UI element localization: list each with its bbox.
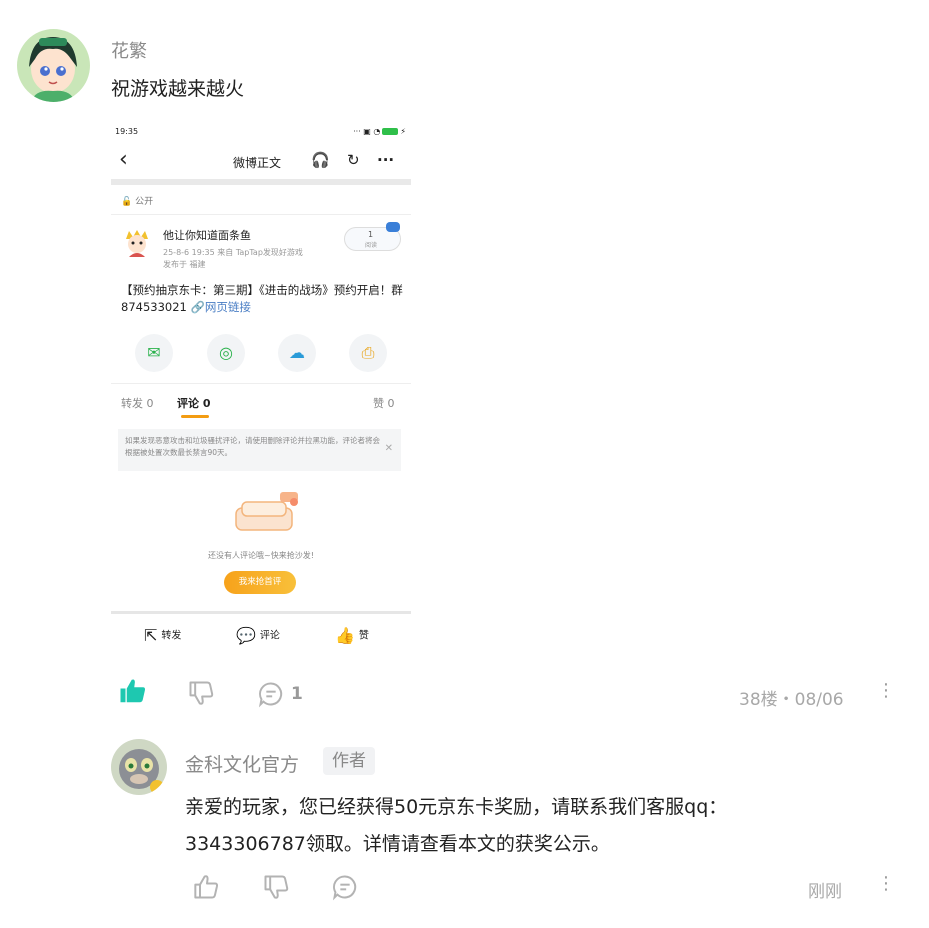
more-options-icon[interactable]: ⋮ bbox=[877, 682, 895, 700]
post-link: 🔗网页链接 bbox=[191, 300, 251, 314]
save-icon: ⎙ bbox=[349, 334, 387, 372]
visibility-text: 公开 bbox=[135, 197, 154, 207]
thumbs-up-icon bbox=[120, 679, 145, 703]
headphones-icon: 🎧 bbox=[311, 151, 330, 169]
user-avatar[interactable] bbox=[17, 29, 90, 102]
thumbs-down-icon bbox=[189, 681, 214, 705]
post-author-name: 他让你知道面条鱼 bbox=[163, 229, 251, 242]
more-icon: ··· bbox=[377, 151, 395, 169]
separator bbox=[111, 611, 411, 614]
post-meta-line1: 25-8-6 19:35 来自 TapTap发现好游戏 bbox=[163, 248, 303, 257]
tab-like: 赞 0 bbox=[373, 397, 395, 410]
comment-icon bbox=[258, 682, 283, 708]
thumbs-down-icon bbox=[264, 875, 289, 899]
divider bbox=[111, 214, 411, 215]
reply-comment-button[interactable] bbox=[331, 873, 359, 905]
post-meta-line2: 发布于 福建 bbox=[163, 260, 206, 269]
comment-notice: 如果发现恶意攻击和垃圾骚扰评论，请使用删除评论并拉黑功能，评论者将会根据被处置次… bbox=[118, 429, 401, 471]
comment-username[interactable]: 花繁 bbox=[111, 37, 147, 63]
visibility-label: 🔓 公开 bbox=[121, 194, 153, 207]
post-body-text: 【预约抽京东卡：第三期】《进击的战场》预约开启！群874533021 bbox=[121, 283, 403, 314]
read-label: 阅读 bbox=[365, 242, 378, 249]
reply-dislike-button[interactable] bbox=[262, 873, 290, 905]
reply-button[interactable] bbox=[257, 680, 285, 712]
thumbs-up-icon bbox=[194, 875, 219, 899]
comment-icon: 💬 bbox=[236, 626, 256, 645]
action-like-label: 赞 bbox=[358, 630, 369, 642]
comment-text: 祝游戏越来越火 bbox=[111, 78, 245, 100]
post-author-avatar bbox=[121, 227, 153, 259]
action-comment: 💬 评论 bbox=[236, 626, 280, 645]
post-tabs: 转发 0 评论 0 赞 0 bbox=[111, 393, 411, 423]
thumbs-up-icon: 👍 bbox=[335, 626, 355, 645]
sofa-illustration bbox=[228, 490, 308, 538]
moments-icon: ◎ bbox=[207, 334, 245, 372]
battery-icon bbox=[382, 128, 399, 135]
refresh-search-icon: ↻ bbox=[347, 151, 360, 169]
first-comment-button: 我来抢首评 bbox=[224, 571, 296, 594]
floor-date: 38楼・08/06 bbox=[739, 690, 844, 710]
reply-count: 1 bbox=[291, 684, 303, 704]
author-badge: 作者 bbox=[323, 747, 375, 775]
status-bar: 19:35 ··· ▣ ◔ ⚡ bbox=[111, 121, 411, 143]
close-icon: ✕ bbox=[384, 443, 393, 454]
nav-bar: ‹ 微博正文 🎧 ↻ ··· bbox=[111, 145, 411, 179]
like-button[interactable] bbox=[118, 676, 148, 710]
read-badge bbox=[386, 222, 400, 232]
reply-username[interactable]: 金科文化官方 bbox=[185, 750, 299, 777]
tab-comment: 评论 0 bbox=[177, 397, 211, 410]
dislike-button[interactable] bbox=[187, 679, 215, 711]
divider bbox=[111, 383, 411, 384]
status-time: 19:35 bbox=[115, 127, 139, 136]
action-like: 👍 赞 bbox=[335, 626, 369, 645]
tab-repost: 转发 0 bbox=[121, 397, 154, 410]
status-icons: ··· ▣ ◔ ⚡ bbox=[353, 127, 406, 136]
read-count-pill: 1 阅读 bbox=[344, 222, 401, 251]
comment-image[interactable]: 19:35 ··· ▣ ◔ ⚡ ‹ 微博正文 🎧 ↻ ··· 🔓 公开 他让你知道… bbox=[111, 121, 411, 661]
reply-text: 亲爱的玩家，您已经获得50元京东卡奖励，请联系我们客服qq：3343306787… bbox=[185, 796, 728, 855]
action-comment-label: 评论 bbox=[259, 630, 280, 642]
reply-like-button[interactable] bbox=[193, 873, 221, 905]
separator bbox=[111, 179, 411, 185]
wechat-icon: ✉ bbox=[135, 334, 173, 372]
reply-avatar[interactable] bbox=[111, 739, 167, 795]
tab-underline bbox=[181, 415, 209, 418]
post-link-text: 网页链接 bbox=[204, 300, 251, 314]
action-repost: ⇱ 转发 bbox=[144, 626, 181, 645]
read-count: 1 bbox=[368, 230, 374, 239]
share-icon: ⇱ bbox=[144, 626, 158, 645]
qq-icon: ☁ bbox=[278, 334, 316, 372]
post-meta: 25-8-6 19:35 来自 TapTap发现好游戏 发布于 福建 bbox=[163, 247, 338, 271]
action-repost-label: 转发 bbox=[161, 630, 182, 642]
lock-icon: 🔓 bbox=[121, 197, 133, 207]
more-options-icon[interactable]: ⋮ bbox=[877, 875, 895, 893]
empty-text: 还没有人评论哦~快来抢沙发! bbox=[208, 551, 314, 560]
comment-icon bbox=[332, 875, 357, 901]
back-icon: ‹ bbox=[119, 147, 128, 172]
post-body: 【预约抽京东卡：第三期】《进击的战场》预约开启！群874533021 🔗网页链接 bbox=[121, 282, 406, 316]
reply-time: 刚刚 bbox=[808, 882, 842, 902]
link-icon: 🔗 bbox=[190, 300, 205, 314]
notice-text: 如果发现恶意攻击和垃圾骚扰评论，请使用删除评论并拉黑功能，评论者将会根据被处置次… bbox=[125, 436, 380, 457]
nav-title: 微博正文 bbox=[233, 156, 282, 170]
